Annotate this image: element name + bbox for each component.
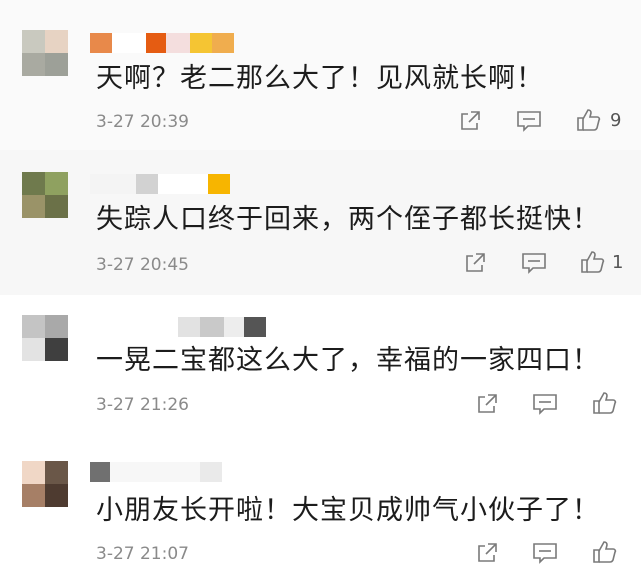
comment-text: 小朋友长开啦！大宝贝成帅气小伙子了！ xyxy=(96,495,600,526)
like-button[interactable]: 1 xyxy=(580,249,623,275)
share-button[interactable] xyxy=(458,108,482,134)
comment-item: 小朋友长开啦！大宝贝成帅气小伙子了！ 3-27 21:07 xyxy=(0,443,641,570)
share-button[interactable] xyxy=(463,250,487,276)
comment-text: 一晃二宝都这么大了，幸福的一家四口！ xyxy=(96,345,600,376)
comment-text: 失踪人口终于回来，两个侄子都长挺快！ xyxy=(96,204,600,235)
comment-item: 失踪人口终于回来，两个侄子都长挺快！ 3-27 20:45 1 xyxy=(0,150,641,295)
comment-icon xyxy=(522,253,546,274)
comment-icon xyxy=(533,543,557,564)
share-icon xyxy=(478,394,497,413)
share-button[interactable] xyxy=(475,540,499,566)
comment-timestamp: 3-27 21:26 xyxy=(96,395,189,415)
reply-button[interactable] xyxy=(516,108,542,134)
thumbs-up-icon xyxy=(593,392,617,414)
avatar[interactable] xyxy=(22,461,68,507)
like-button[interactable] xyxy=(592,390,626,416)
username-blurred[interactable] xyxy=(178,317,266,337)
comment-timestamp: 3-27 20:39 xyxy=(96,112,189,132)
comment-text: 天啊？老二那么大了！见风就长啊！ xyxy=(96,63,544,94)
thumbs-up-icon xyxy=(593,541,617,563)
share-icon xyxy=(461,111,480,130)
comment-timestamp: 3-27 21:07 xyxy=(96,544,189,564)
avatar[interactable] xyxy=(22,30,68,76)
thumbs-up-icon xyxy=(577,109,601,131)
comment-item: 一晃二宝都这么大了，幸福的一家四口！ 3-27 21:26 xyxy=(0,295,641,443)
username-blurred[interactable] xyxy=(90,33,234,53)
comment-item: 天啊？老二那么大了！见风就长啊！ 3-27 20:39 9 xyxy=(0,0,641,150)
reply-button[interactable] xyxy=(521,250,547,276)
reply-button[interactable] xyxy=(532,540,558,566)
like-button[interactable]: 9 xyxy=(576,107,621,133)
username-blurred[interactable] xyxy=(90,462,222,482)
reply-button[interactable] xyxy=(532,391,558,417)
thumbs-up-icon xyxy=(581,251,605,273)
like-count: 9 xyxy=(610,109,622,131)
avatar[interactable] xyxy=(22,172,68,218)
share-icon xyxy=(478,543,497,562)
comment-icon xyxy=(533,394,557,415)
share-icon xyxy=(466,253,485,272)
avatar[interactable] xyxy=(22,315,68,361)
comment-timestamp: 3-27 20:45 xyxy=(96,255,189,275)
username-blurred[interactable] xyxy=(90,174,230,194)
share-button[interactable] xyxy=(475,391,499,417)
like-count: 1 xyxy=(612,251,624,273)
comment-icon xyxy=(517,111,541,132)
like-button[interactable] xyxy=(592,539,626,565)
